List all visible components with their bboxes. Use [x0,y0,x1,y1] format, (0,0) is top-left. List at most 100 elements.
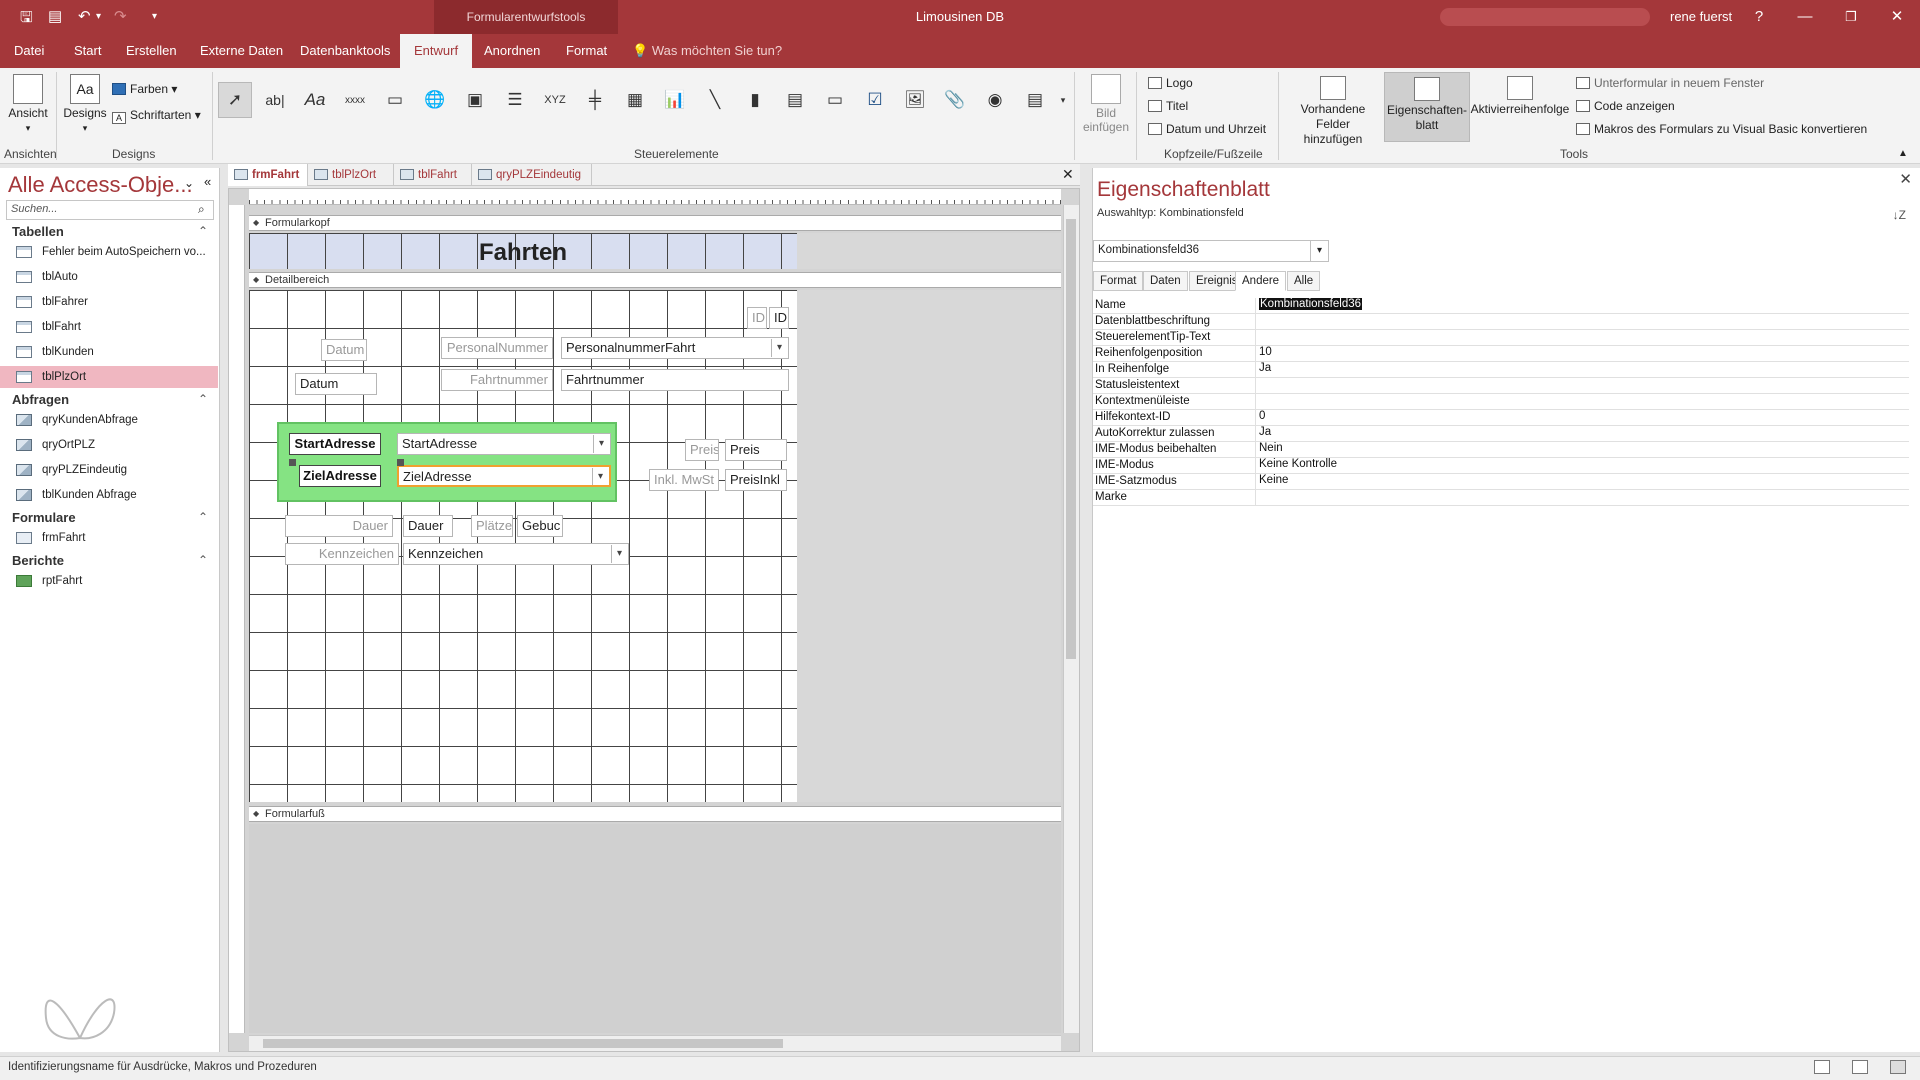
subform-control-icon[interactable]: ▤ [1018,82,1052,118]
section-collapse-icon[interactable]: ⌃ [198,392,208,406]
nav-item-table-selected[interactable]: tblPlzOrt [0,366,218,388]
restore-button[interactable]: ❐ [1828,0,1874,34]
makros-konvertieren-button[interactable]: Makros des Formulars zu Visual Basic kon… [1576,122,1867,136]
page-break-icon[interactable]: ╪ [578,82,612,118]
nav-item-query[interactable]: tblKunden Abfrage [0,484,218,506]
move-handle[interactable] [397,459,404,466]
fahrtnummer-field[interactable]: Fahrtnummer [561,369,789,391]
doc-tab-frmfahrt[interactable]: frmFahrt [228,164,308,186]
prop-row[interactable]: IME-Modus Keine Kontrolle [1093,458,1909,474]
nav-item-form[interactable]: frmFahrt [0,527,218,549]
section-collapse-icon[interactable]: ⌃ [198,224,208,238]
prop-value[interactable] [1255,378,1259,393]
combo-dropdown-icon[interactable]: ▾ [593,435,609,453]
prop-row[interactable]: Marke [1093,490,1909,506]
tab-datei[interactable]: Datei [0,34,58,68]
doc-tab-tblfahrt[interactable]: tblFahrt [394,164,472,186]
tab-externe-daten[interactable]: Externe Daten [186,34,297,68]
toggle-button-icon[interactable]: ▮ [738,82,772,118]
prop-row[interactable]: IME-Modus beibehalten Nein [1093,442,1909,458]
tab-erstellen[interactable]: Erstellen [112,34,191,68]
prop-row[interactable]: IME-Satzmodus Keine [1093,474,1909,490]
save-icon[interactable]: 🖫 [20,7,33,32]
nav-section-berichte[interactable]: Berichte [12,553,64,568]
vorhandene-felder-button[interactable]: Vorhandene Felder hinzufügen [1288,76,1378,147]
doc-tab-qryplzeindeutig[interactable]: qryPLZEindeutig [472,164,592,186]
plaetze-label[interactable]: Plätze [471,515,513,537]
help-icon[interactable]: ? [1736,0,1782,34]
combo-dropdown-icon[interactable]: ▾ [771,339,787,357]
prop-row[interactable]: Datenblattbeschriftung [1093,314,1909,330]
personalnummer-label[interactable]: PersonalNummer [441,337,553,359]
preis-field[interactable]: Preis [725,439,787,461]
customize-quick-access-icon[interactable]: ▾ [152,11,157,22]
aktivierreihenfolge-button[interactable]: Aktivierreihenfolge [1470,76,1570,116]
section-bar-detailbereich[interactable]: Detailbereich [249,272,1061,288]
ps-tab-daten[interactable]: Daten [1143,271,1188,291]
inkl-mwst-label[interactable]: Inkl. MwSt [649,469,719,491]
web-browser-control-icon[interactable]: ▣ [458,82,492,118]
logo-button[interactable]: Logo [1148,76,1193,90]
prop-row[interactable]: SteuerelementTip-Text [1093,330,1909,346]
prop-value[interactable]: Keine [1255,474,1288,489]
unterformular-button[interactable]: Unterformular in neuem Fenster [1576,76,1764,90]
chart-control-icon[interactable]: 📊 [658,82,692,118]
tab-control-icon[interactable]: ▭ [378,82,412,118]
prop-row[interactable]: AutoKorrektur zulassen Ja [1093,426,1909,442]
datum-uhrzeit-button[interactable]: Datum und Uhrzeit [1148,122,1266,136]
section-bar-formularkopf[interactable]: Formularkopf [249,215,1061,231]
combo-dropdown-icon[interactable]: ▾ [592,468,608,485]
close-icon[interactable]: ✕ [1899,170,1912,188]
close-document-icon[interactable]: ✕ [1062,166,1074,183]
dauer-label[interactable]: Dauer [285,515,393,537]
image-control-icon[interactable]: 🖼 [898,82,932,118]
preis-label[interactable]: Preis [685,439,719,461]
nav-item-query[interactable]: qryPLZEindeutig [0,459,218,481]
sort-icon[interactable]: ↓Z [1893,208,1906,222]
select-pointer-icon[interactable]: ➚ [218,82,252,118]
prop-value[interactable]: 0 [1255,410,1265,425]
move-handle[interactable] [289,459,296,466]
kennzeichen-combobox[interactable]: Kennzeichen ▾ [403,543,629,565]
form-view-icon[interactable]: ▤ [48,7,62,25]
tab-entwurf[interactable]: Entwurf [400,34,473,68]
prop-row[interactable]: Reihenfolgenposition 10 [1093,346,1909,362]
zieladresse-label[interactable]: ZielAdresse [299,465,381,487]
prop-value[interactable] [1255,314,1259,329]
id-label[interactable]: ID [747,307,767,329]
nav-item-query[interactable]: qryKundenAbfrage [0,409,218,431]
minimize-button[interactable]: — [1782,0,1828,34]
preisinkl-field[interactable]: PreisInkl [725,469,787,491]
tab-datenbanktools[interactable]: Datenbanktools [286,34,404,68]
prop-value[interactable]: Keine Kontrolle [1255,458,1337,473]
prop-row[interactable]: Kontextmenüleiste [1093,394,1909,410]
hyperlink-control-icon[interactable]: 🌐 [418,82,452,118]
prop-value[interactable] [1255,490,1259,505]
schriftarten-button[interactable]: A Schriftarten ▾ [112,108,201,124]
startadresse-combobox[interactable]: StartAdresse ▾ [397,433,611,455]
ansicht-button[interactable]: Ansicht ▾ [4,74,52,134]
chevron-down-icon[interactable]: ▾ [1310,241,1328,261]
section-collapse-icon[interactable]: ⌃ [198,553,208,567]
undo-dropdown-icon[interactable]: ▾ [96,11,101,22]
textbox-control-icon[interactable]: ab| [258,82,292,118]
ps-tab-alle[interactable]: Alle [1287,271,1321,291]
id-field[interactable]: ID [769,307,789,329]
nav-title[interactable]: Alle Access-Obje... [8,172,193,198]
form-title-label[interactable]: Fahrten [479,239,567,267]
collapse-ribbon-icon[interactable]: ▲ [1898,148,1908,159]
zieladresse-combobox-selected[interactable]: ZielAdresse ▾ [397,465,611,487]
tab-start[interactable]: Start [60,34,115,68]
doc-tab-tblplzort[interactable]: tblPlzOrt [308,164,394,186]
design-view-icon[interactable] [1890,1060,1906,1074]
button-control-icon[interactable]: xxxx [338,82,372,118]
nav-item-table[interactable]: Fehler beim AutoSpeichern vo... [0,241,218,263]
prop-row[interactable]: In Reihenfolge Ja [1093,362,1909,378]
nav-item-table[interactable]: tblAuto [0,266,218,288]
code-anzeigen-button[interactable]: Code anzeigen [1576,99,1675,113]
nav-search-input[interactable]: Suchen... [6,200,214,220]
vertical-scrollbar[interactable] [1063,205,1079,1033]
ps-tab-format[interactable]: Format [1093,271,1144,291]
layout-view-icon[interactable] [1852,1060,1868,1074]
prop-value-selected[interactable]: Kombinationsfeld36 [1255,298,1363,313]
